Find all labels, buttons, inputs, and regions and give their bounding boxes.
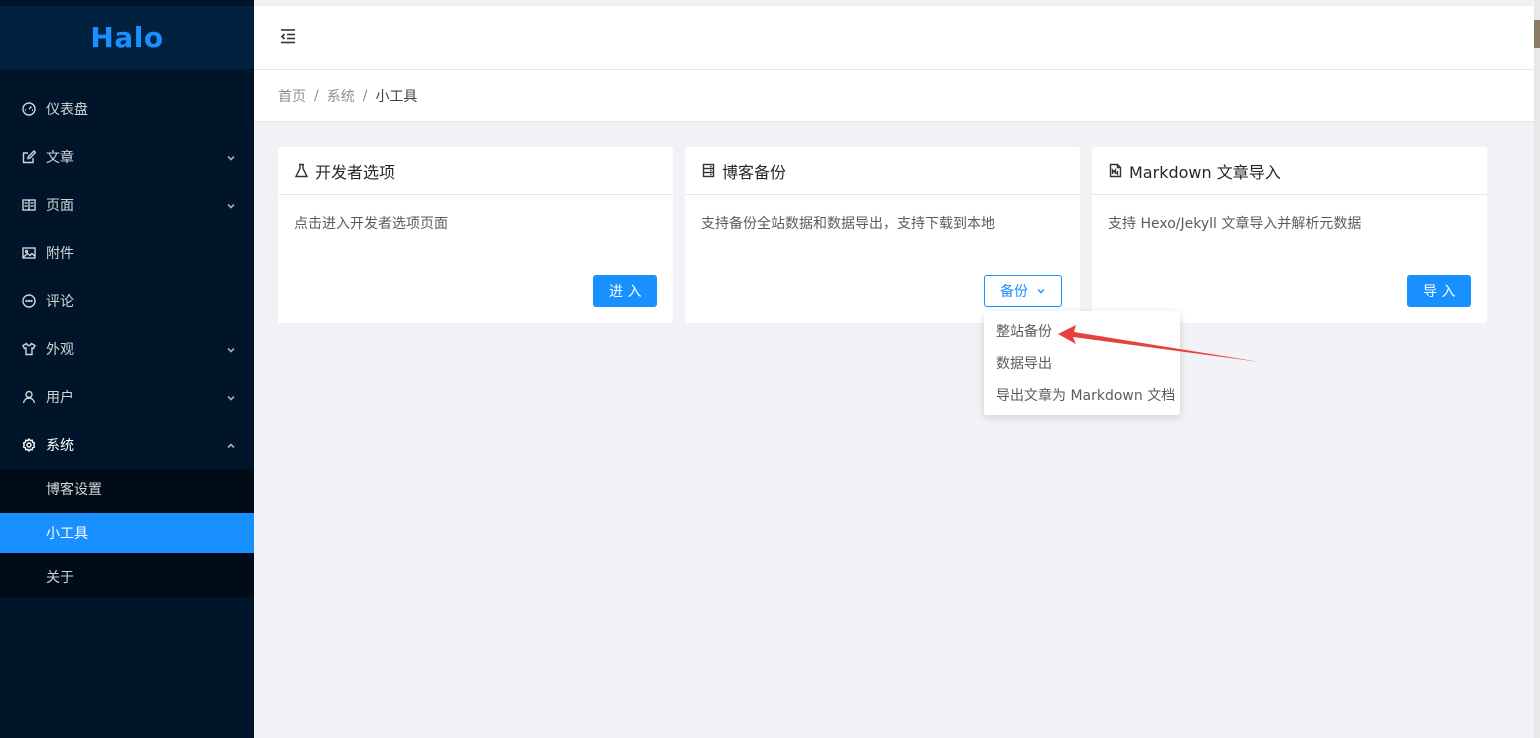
sidebar-item-users[interactable]: 用户 [0, 373, 254, 421]
card-title: 开发者选项 [315, 162, 396, 182]
card-description: 支持备份全站数据和数据导出，支持下载到本地 [701, 216, 995, 232]
breadcrumb-system[interactable]: 系统 [327, 86, 355, 106]
sidebar-item-attachments[interactable]: 附件 [0, 229, 254, 277]
submenu-item-label: 小工具 [46, 526, 88, 542]
breadcrumb-separator: / [362, 87, 368, 104]
submenu-item-label: 关于 [46, 570, 74, 586]
message-icon [22, 294, 36, 308]
dropdown-item-export-markdown[interactable]: 导出文章为 Markdown 文档 [984, 379, 1180, 411]
sidebar-item-label: 外观 [46, 342, 74, 358]
developer-options-card: 开发者选项 点击进入开发者选项页面 进 入 [278, 147, 673, 323]
dashboard-icon [22, 102, 36, 116]
system-submenu: 博客设置 小工具 关于 [0, 469, 254, 597]
sidebar-item-appearance[interactable]: 外观 [0, 325, 254, 373]
sidebar-item-label: 仪表盘 [46, 102, 88, 118]
chevron-down-icon [226, 391, 236, 401]
dropdown-item-data-export[interactable]: 数据导出 [984, 347, 1180, 379]
breadcrumb: 首页 / 系统 / 小工具 [254, 70, 1534, 122]
setting-icon [22, 438, 36, 452]
form-icon [22, 150, 36, 164]
chevron-down-icon [226, 199, 236, 209]
sidebar-item-system[interactable]: 系统 [0, 421, 254, 469]
dropdown-item-label: 整站备份 [996, 324, 1052, 340]
file-markdown-icon [1108, 163, 1123, 178]
hdd-icon [701, 163, 716, 178]
backup-dropdown-menu: 整站备份 数据导出 导出文章为 Markdown 文档 [984, 311, 1180, 415]
submenu-item-tools[interactable]: 小工具 [0, 513, 254, 553]
logo-text: Halo [90, 21, 164, 54]
breadcrumb-current: 小工具 [375, 88, 418, 105]
sidebar-item-posts[interactable]: 文章 [0, 133, 254, 181]
blog-backup-card: 博客备份 支持备份全站数据和数据导出，支持下载到本地 备份 [685, 147, 1080, 323]
user-icon [22, 390, 36, 404]
sidebar: Halo 仪表盘 文章 页面 附件 评论 外观 用户 系统 博客设置 小工具 关… [0, 0, 254, 738]
dropdown-item-full-backup[interactable]: 整站备份 [984, 315, 1180, 347]
submenu-item-label: 博客设置 [46, 482, 102, 498]
sidebar-item-label: 文章 [46, 150, 74, 166]
card-description: 点击进入开发者选项页面 [294, 216, 448, 232]
button-label: 导 入 [1423, 284, 1456, 300]
picture-icon [22, 246, 36, 260]
logo[interactable]: Halo [0, 6, 254, 69]
dropdown-item-label: 数据导出 [996, 356, 1052, 372]
sidebar-item-dashboard[interactable]: 仪表盘 [0, 85, 254, 133]
top-header [254, 6, 1534, 69]
enter-button[interactable]: 进 入 [593, 275, 658, 307]
import-button[interactable]: 导 入 [1407, 275, 1472, 307]
button-label: 备份 [1000, 284, 1028, 300]
sidebar-item-label: 页面 [46, 198, 74, 214]
sidebar-item-comments[interactable]: 评论 [0, 277, 254, 325]
card-title: Markdown 文章导入 [1129, 162, 1281, 182]
card-title: 博客备份 [722, 162, 787, 182]
breadcrumb-home[interactable]: 首页 [278, 86, 306, 106]
dropdown-item-label: 导出文章为 Markdown 文档 [996, 388, 1176, 404]
sidebar-item-label: 系统 [46, 438, 74, 454]
breadcrumb-separator: / [314, 87, 319, 104]
skin-icon [22, 342, 36, 356]
experiment-icon [294, 163, 309, 178]
sidebar-menu: 仪表盘 文章 页面 附件 评论 外观 用户 系统 博客设置 小工具 关于 [0, 85, 254, 601]
button-label: 进 入 [609, 284, 642, 300]
read-icon [22, 198, 36, 212]
card-header: 开发者选项 [278, 147, 673, 195]
sidebar-item-label: 评论 [46, 294, 74, 310]
sidebar-item-pages[interactable]: 页面 [0, 181, 254, 229]
chevron-down-icon [226, 343, 236, 353]
markdown-import-card: Markdown 文章导入 支持 Hexo/Jekyll 文章导入并解析元数据 … [1092, 147, 1487, 323]
card-description: 支持 Hexo/Jekyll 文章导入并解析元数据 [1108, 216, 1362, 232]
card-header: Markdown 文章导入 [1092, 147, 1487, 195]
sidebar-item-label: 用户 [46, 390, 74, 406]
submenu-item-blog-settings[interactable]: 博客设置 [0, 469, 254, 509]
window-edge [1534, 0, 1540, 738]
chevron-down-icon [1036, 286, 1046, 296]
chevron-up-icon [226, 439, 236, 449]
sidebar-item-label: 附件 [46, 246, 74, 262]
chevron-down-icon [226, 151, 236, 161]
card-header: 博客备份 [685, 147, 1080, 195]
menu-fold-icon[interactable] [278, 26, 298, 46]
submenu-item-about[interactable]: 关于 [0, 557, 254, 597]
backup-dropdown-button[interactable]: 备份 [984, 275, 1062, 307]
window-edge-mark [1534, 20, 1540, 48]
